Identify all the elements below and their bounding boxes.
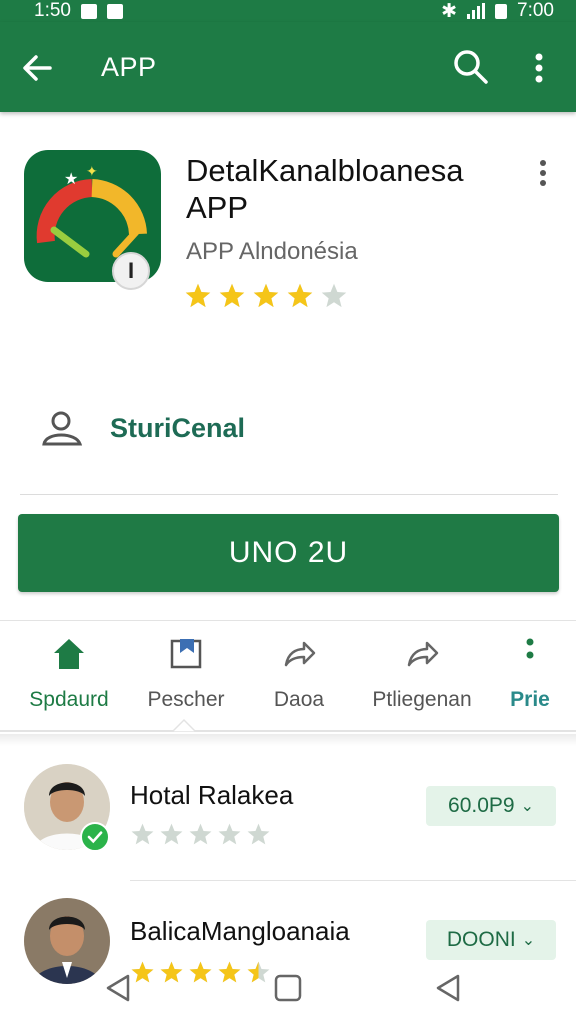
divider [20,494,558,495]
tab-prie[interactable]: Prie [504,635,556,712]
nav-recents-icon[interactable] [432,972,464,1004]
status-time: 1:50 [34,0,71,21]
signal-icon [467,3,486,19]
tab-ptliegenan[interactable]: Ptliegenan [366,635,478,712]
star-icon [131,823,154,845]
tab-label: Daoa [273,688,325,711]
system-nav-bar [0,960,576,1024]
tab-indicator [172,718,196,732]
star-icon [321,283,347,308]
status-bar: 1:50 ✱ 7:00 [0,0,576,22]
app-title: DetalKanalbloanesa APP [186,153,464,225]
share-icon [284,641,316,667]
stat-label: SturiCenal [110,412,246,443]
nav-home-icon[interactable] [272,972,304,1004]
review-stars [130,822,271,847]
star-icon [219,283,245,308]
reviewer-name: Hotal Ralakea [130,780,294,810]
chevron-down-icon: ⌄ [520,798,534,815]
home-icon [54,639,84,669]
star-icon [185,283,211,308]
app-developer[interactable]: APP Alndonésia [186,238,358,266]
more-vertical-icon[interactable] [524,50,554,86]
app-rating-stars [184,282,348,310]
app-bar: APP [0,22,576,112]
review-chip[interactable]: 60.0P9 ⌄ [426,786,556,826]
star-icon [247,823,270,845]
review-chip[interactable]: DOONI ⌄ [426,920,556,960]
reviewer-name: BalicaMangloanaia [130,916,350,946]
svg-text:★: ★ [64,169,78,188]
app-icon-badge: I [112,252,150,290]
app-bar-title: APP [101,52,157,82]
tab-label: Spdaurd [29,688,109,711]
tab-bar: Spdaurd Pescher Daoa Ptliegenan Prie [0,620,576,732]
app-header: ★ ✦ I DetalKanalbloanesa APP APP Alndoné… [0,112,576,492]
list-item[interactable]: Hotal Ralakea 60.0P9 ⌄ [0,756,576,876]
more-vertical-icon [526,638,534,659]
nav-back-icon[interactable] [102,972,134,1004]
tab-daoa[interactable]: Daoa [264,635,334,712]
battery-icon [495,3,508,19]
app-overflow-icon[interactable] [532,158,554,188]
user-icon [42,411,83,446]
status-clock: 7:00 [517,0,554,21]
svg-text:✦: ✦ [86,164,98,180]
star-icon [189,823,212,845]
bluetooth-icon: ✱ [441,0,458,22]
star-icon [218,823,241,845]
bookmark-icon [170,639,202,669]
notification-icon [80,3,97,19]
verified-badge-icon [80,822,110,852]
mail-icon [106,3,123,19]
star-icon [160,823,183,845]
tab-label: Ptliegenan [372,688,472,711]
section-shadow [0,734,576,746]
divider [130,880,576,881]
tab-spdaurd[interactable]: Spdaurd [26,635,112,712]
star-icon [253,283,279,308]
chevron-down-icon: ⌄ [521,932,536,949]
tab-pescher[interactable]: Pescher [140,635,232,712]
back-arrow-icon[interactable] [18,50,58,86]
tab-label: Prie [510,688,550,711]
search-icon[interactable] [450,46,492,88]
star-icon [287,283,313,308]
install-button[interactable]: UNO 2U [18,514,559,592]
chip-label: DOONI [446,928,516,951]
stat-row: SturiCenal [40,408,245,448]
chip-label: 60.0P9 [448,794,515,817]
tab-label: Pescher [147,688,225,711]
share-icon [407,641,439,667]
